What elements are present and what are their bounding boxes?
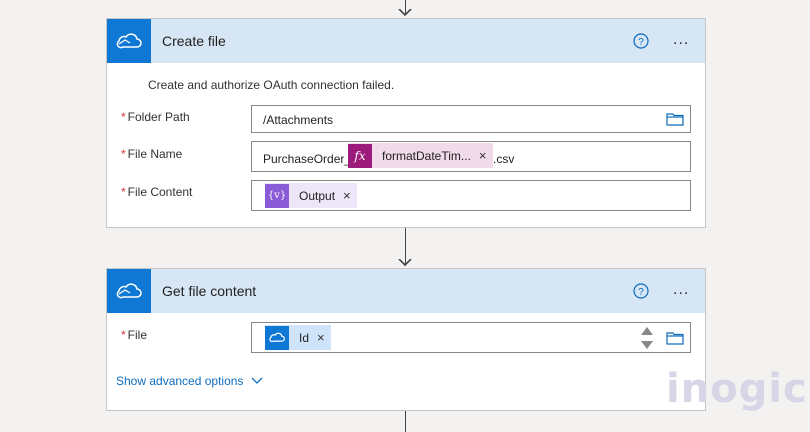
file-content-input[interactable]: {v} Output ×	[251, 180, 691, 211]
more-options-button[interactable]: ...	[673, 282, 689, 298]
svg-text:?: ?	[638, 287, 644, 298]
connection-warning: Create and authorize OAuth connection fa…	[148, 78, 395, 92]
remove-token-icon[interactable]: ×	[343, 188, 357, 203]
get-file-content-card: Get file content ? ... * File Id × Show a…	[106, 268, 706, 411]
folder-path-value: /Attachments	[263, 113, 334, 127]
svg-text:?: ?	[638, 37, 644, 48]
chevron-down-icon	[251, 377, 263, 384]
token-label: formatDateTim...	[382, 148, 471, 163]
remove-token-icon[interactable]: ×	[479, 148, 493, 163]
file-content-label: * File Content	[121, 185, 193, 199]
token-label: Output	[299, 188, 336, 203]
connector-bottom	[405, 411, 406, 432]
card-title: Create file	[162, 33, 226, 49]
show-advanced-options-link[interactable]: Show advanced options	[116, 374, 263, 388]
expression-icon: fx	[348, 143, 372, 168]
folder-path-label: * Folder Path	[121, 110, 190, 124]
get-file-content-header[interactable]: Get file content ? ...	[107, 269, 705, 313]
output-token[interactable]: {v} Output ×	[265, 183, 357, 208]
watermark-logo: inogic	[666, 366, 808, 412]
folder-path-input[interactable]: /Attachments	[251, 105, 691, 133]
id-token[interactable]: Id ×	[265, 325, 331, 350]
token-label: Id	[299, 330, 310, 345]
file-name-suffix: .csv	[493, 152, 515, 166]
onedrive-icon	[107, 269, 151, 313]
format-date-token[interactable]: fx formatDateTim... ×	[348, 143, 493, 168]
folder-icon[interactable]	[666, 331, 684, 345]
card-title: Get file content	[162, 283, 257, 299]
spinner-arrows-icon[interactable]	[640, 326, 654, 350]
file-name-label: * File Name	[121, 147, 183, 161]
create-file-card: Create file ? ... Create and authorize O…	[106, 18, 706, 228]
arrow-down-icon	[398, 259, 412, 267]
file-name-prefix: PurchaseOrder_	[263, 152, 352, 166]
arrow-down-icon	[398, 9, 412, 17]
help-icon[interactable]: ?	[633, 33, 649, 49]
file-input[interactable]: Id ×	[251, 322, 691, 353]
help-icon[interactable]: ?	[633, 283, 649, 299]
file-label: * File	[121, 328, 148, 342]
variable-icon: {v}	[265, 183, 289, 208]
create-file-header[interactable]: Create file ? ...	[107, 19, 705, 63]
onedrive-icon	[107, 19, 151, 63]
more-options-button[interactable]: ...	[673, 32, 689, 48]
remove-token-icon[interactable]: ×	[317, 330, 331, 345]
onedrive-icon	[265, 325, 289, 350]
file-name-input[interactable]: PurchaseOrder_ fx formatDateTim... × .cs…	[251, 141, 691, 172]
folder-icon[interactable]	[666, 112, 684, 126]
